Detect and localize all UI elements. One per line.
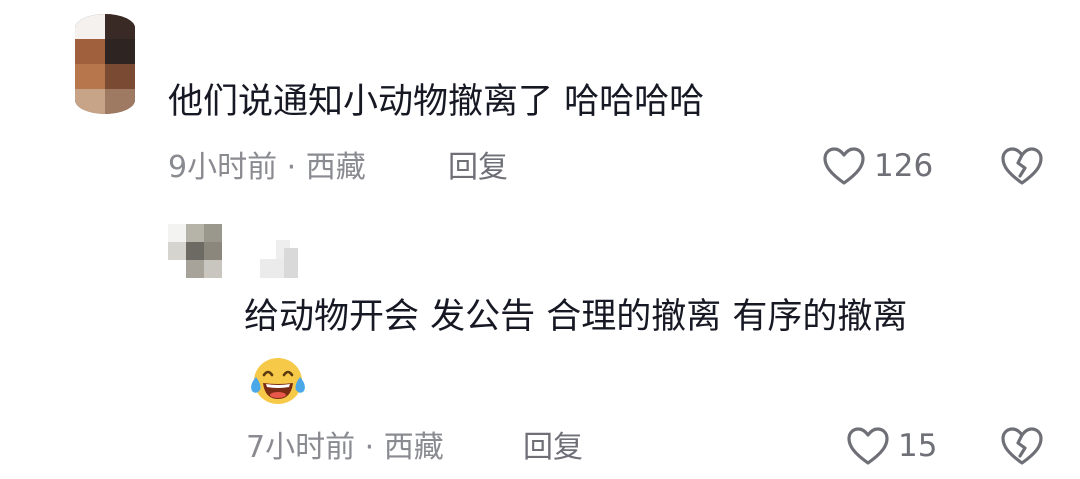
broken-heart-icon: [1000, 426, 1044, 466]
heart-outline-icon: [846, 426, 890, 466]
dislike-button[interactable]: [1000, 146, 1044, 186]
heart-outline-icon: [822, 146, 866, 186]
like-button[interactable]: 126: [822, 146, 933, 186]
comment-text: 他们说通知小动物撤离了 哈哈哈哈: [168, 82, 705, 122]
like-count: 15: [898, 428, 938, 464]
reply-text: 给动物开会 发公告 合理的撤离 有序的撤离: [244, 297, 908, 337]
reply-avatar[interactable]: [168, 224, 222, 278]
reply-meta: 7小时前 · 西藏: [246, 430, 444, 465]
reply-button[interactable]: 回复: [523, 430, 583, 466]
comment-meta: 9小时前 · 西藏: [168, 150, 366, 185]
dislike-button[interactable]: [1000, 426, 1044, 466]
like-button[interactable]: 15: [846, 426, 937, 466]
reply-username[interactable]: [256, 240, 298, 278]
commenter-avatar[interactable]: [75, 14, 135, 114]
like-count: 126: [874, 148, 934, 184]
broken-heart-icon: [1000, 146, 1044, 186]
reply-button[interactable]: 回复: [448, 150, 508, 186]
tears-of-joy-emoji: [247, 355, 309, 407]
